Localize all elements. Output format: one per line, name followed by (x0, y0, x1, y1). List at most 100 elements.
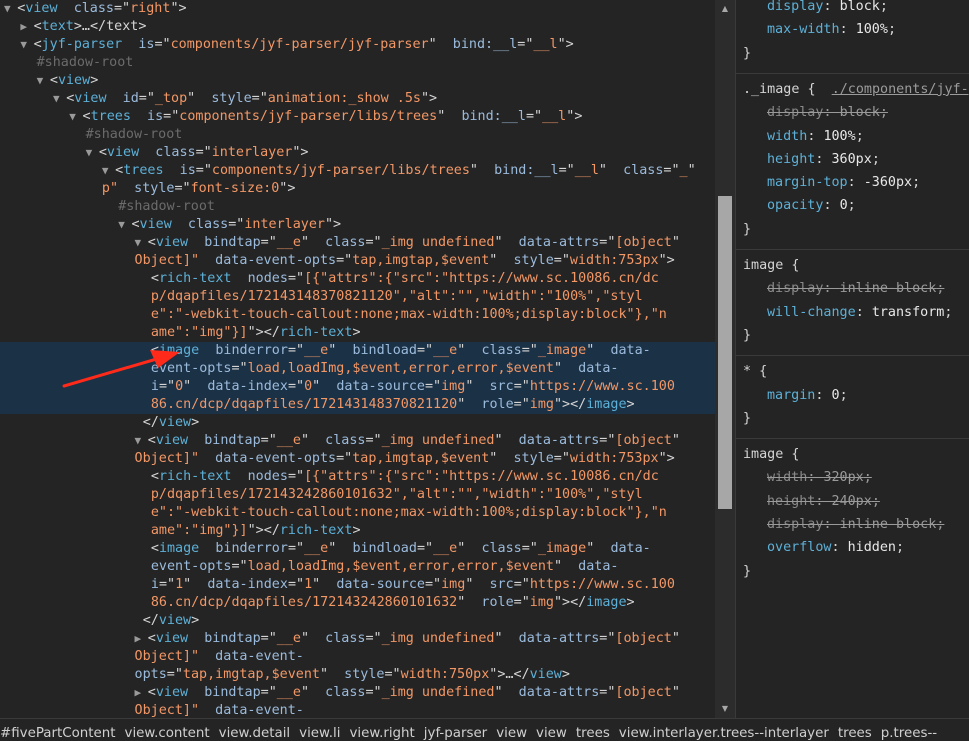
breadcrumb-item[interactable]: view.right (349, 726, 414, 741)
attr-name[interactable]: style (513, 451, 553, 466)
shadow-root-label[interactable]: #shadow-root (37, 55, 134, 70)
attr-value[interactable]: tap,imgtap,$event (352, 253, 489, 268)
dom-tree-line[interactable]: #shadow-root (0, 198, 715, 216)
attr-value[interactable]: Object]" (135, 451, 200, 466)
property-value[interactable]: 240px (832, 494, 872, 509)
dom-tree-line[interactable]: ▶ <view bindtap="__e" class="_img undefi… (0, 630, 715, 648)
css-property[interactable]: max-width: 100%; (736, 18, 969, 41)
tag-name[interactable]: rich-text (159, 271, 232, 286)
attr-name[interactable]: class (325, 433, 365, 448)
property-value[interactable]: block (840, 0, 880, 14)
dom-tree-line[interactable]: ▼ <view class="interlayer"> (0, 144, 715, 162)
selector-text[interactable]: image { (743, 447, 799, 462)
attr-value[interactable]: __e (277, 235, 301, 250)
attr-name[interactable]: id (123, 91, 139, 106)
shadow-root-label[interactable]: #shadow-root (118, 199, 215, 214)
tag-name[interactable]: rich-text (159, 469, 232, 484)
tag-name[interactable]: view (159, 415, 191, 430)
property-name[interactable]: will-change (767, 305, 856, 320)
breadcrumb-item[interactable]: view.content (125, 726, 210, 741)
dom-tree-line[interactable]: ▼ <view id="_top" style="animation:_show… (0, 90, 715, 108)
dom-tree-line[interactable]: #shadow-root (0, 54, 715, 72)
attr-value[interactable]: __l (533, 37, 557, 52)
attr-value[interactable]: [object (615, 433, 671, 448)
attr-name[interactable]: bind:__l (494, 163, 559, 178)
attr-value[interactable]: _img undefined (382, 685, 495, 700)
attr-name[interactable]: nodes (248, 469, 288, 484)
attr-value[interactable]: components/jyf-parser/libs/trees (179, 109, 437, 124)
dom-tree-line[interactable]: <rich-text nodes="[{"attrs":{"src":"http… (0, 270, 715, 288)
selected-node-line[interactable]: <image binderror="__e" bindload="__e" cl… (0, 342, 715, 360)
attr-value[interactable]: interlayer (212, 145, 293, 160)
collapsed-triangle-icon[interactable]: ▶ (135, 632, 148, 645)
selected-node-line[interactable]: i="0" data-index="0" data-source="img" s… (0, 378, 715, 396)
dom-tree-line[interactable]: i="1" data-index="1" data-source="img" s… (0, 576, 715, 594)
property-value[interactable]: transform (872, 305, 945, 320)
collapsed-triangle-icon[interactable]: ▶ (20, 20, 33, 33)
attr-value[interactable]: img (441, 379, 465, 394)
dom-tree-line[interactable]: event-opts="load,loadImg,$event,error,er… (0, 558, 715, 576)
dom-tree-line[interactable]: ▼ <trees is="components/jyf-parser/libs/… (0, 162, 715, 180)
property-name[interactable]: display (767, 105, 823, 120)
attr-name[interactable]: data-index (207, 379, 288, 394)
expanded-triangle-icon[interactable]: ▼ (69, 110, 82, 123)
attr-name[interactable]: is (147, 109, 163, 124)
property-name[interactable]: opacity (767, 198, 823, 213)
attr-value[interactable]: p/dqapfiles/172143148370821120","alt":""… (151, 289, 643, 304)
css-selector[interactable]: image { (736, 443, 969, 466)
breadcrumb-item[interactable]: view (536, 726, 567, 741)
dom-tree-line[interactable]: ▶ <view bindtap="__e" class="_img undefi… (0, 684, 715, 702)
overridden-css-property[interactable]: width: 320px; (736, 466, 969, 489)
property-value[interactable]: 0 (840, 198, 848, 213)
attr-name[interactable]: style (134, 181, 174, 196)
attr-value[interactable]: [{"attrs":{"src":"https://www.sc.10086.c… (304, 271, 659, 286)
attr-value[interactable]: __e (277, 685, 301, 700)
expanded-triangle-icon[interactable]: ▼ (20, 38, 33, 51)
css-selector[interactable]: ._image { ./components/jyf-parser/ (736, 78, 969, 101)
breadcrumb-item[interactable]: view.detail (219, 726, 291, 741)
expanded-triangle-icon[interactable]: ▼ (4, 2, 17, 15)
breadcrumb-item[interactable]: jyf-parser (424, 726, 487, 741)
attr-value[interactable]: Object]" (135, 253, 200, 268)
dom-tree-line[interactable]: e":"-webkit-touch-callout:none;max-width… (0, 306, 715, 324)
dom-tree-line[interactable]: Object]" data-event-opts="tap,imgtap,$ev… (0, 252, 715, 270)
property-name[interactable]: display (767, 517, 823, 532)
attr-name[interactable]: src (490, 577, 514, 592)
property-name[interactable]: width (767, 129, 807, 144)
attr-name[interactable]: role (481, 595, 513, 610)
tag-name[interactable]: view (159, 613, 191, 628)
attr-name[interactable]: i (151, 379, 159, 394)
attr-name[interactable]: event-opts (151, 361, 232, 376)
attr-name[interactable]: bindtap (204, 235, 260, 250)
attr-value[interactable]: e":"-webkit-touch-callout:none;max-width… (151, 505, 667, 520)
dom-tree-line[interactable]: opts="tap,imgtap,$event" style="width:75… (0, 666, 715, 684)
breadcrumb-item[interactable]: view (496, 726, 527, 741)
attr-value[interactable]: e":"-webkit-touch-callout:none;max-width… (151, 307, 667, 322)
attr-name[interactable]: data-source (336, 379, 425, 394)
expanded-triangle-icon[interactable]: ▼ (135, 434, 148, 447)
css-property[interactable]: width: 100%; (736, 125, 969, 148)
attr-name[interactable]: class (188, 217, 228, 232)
attr-name[interactable]: data-event- (215, 703, 304, 718)
breadcrumb-item[interactable]: view.li (299, 726, 340, 741)
attr-name[interactable]: data-attrs (519, 433, 600, 448)
dom-tree-line[interactable]: Object]" data-event- (0, 648, 715, 666)
selector-text[interactable]: image { (743, 258, 799, 273)
attr-value[interactable]: font-size:0 (191, 181, 280, 196)
property-value[interactable]: 360px (832, 152, 872, 167)
attr-value[interactable]: __e (277, 433, 301, 448)
attr-name[interactable]: class (481, 541, 521, 556)
attr-value[interactable]: Object]" (135, 649, 200, 664)
attr-name[interactable]: bindtap (204, 433, 260, 448)
property-value[interactable]: inline-block (840, 281, 937, 296)
scrollbar-thumb[interactable] (718, 196, 732, 509)
attr-name[interactable]: bindload (352, 541, 417, 556)
expanded-triangle-icon[interactable]: ▼ (37, 74, 50, 87)
attr-value[interactable]: load,loadImg,$event,error,error,$event (248, 559, 554, 574)
attr-name[interactable]: style (513, 253, 553, 268)
dom-tree-line[interactable]: ame":"img"}]"></rich-text> (0, 324, 715, 342)
dom-tree-line[interactable]: ▼ <view bindtap="__e" class="_img undefi… (0, 234, 715, 252)
attr-value[interactable]: 1 (304, 577, 312, 592)
overridden-css-property[interactable]: display: inline-block; (736, 277, 969, 300)
attr-value[interactable]: __l (575, 163, 599, 178)
